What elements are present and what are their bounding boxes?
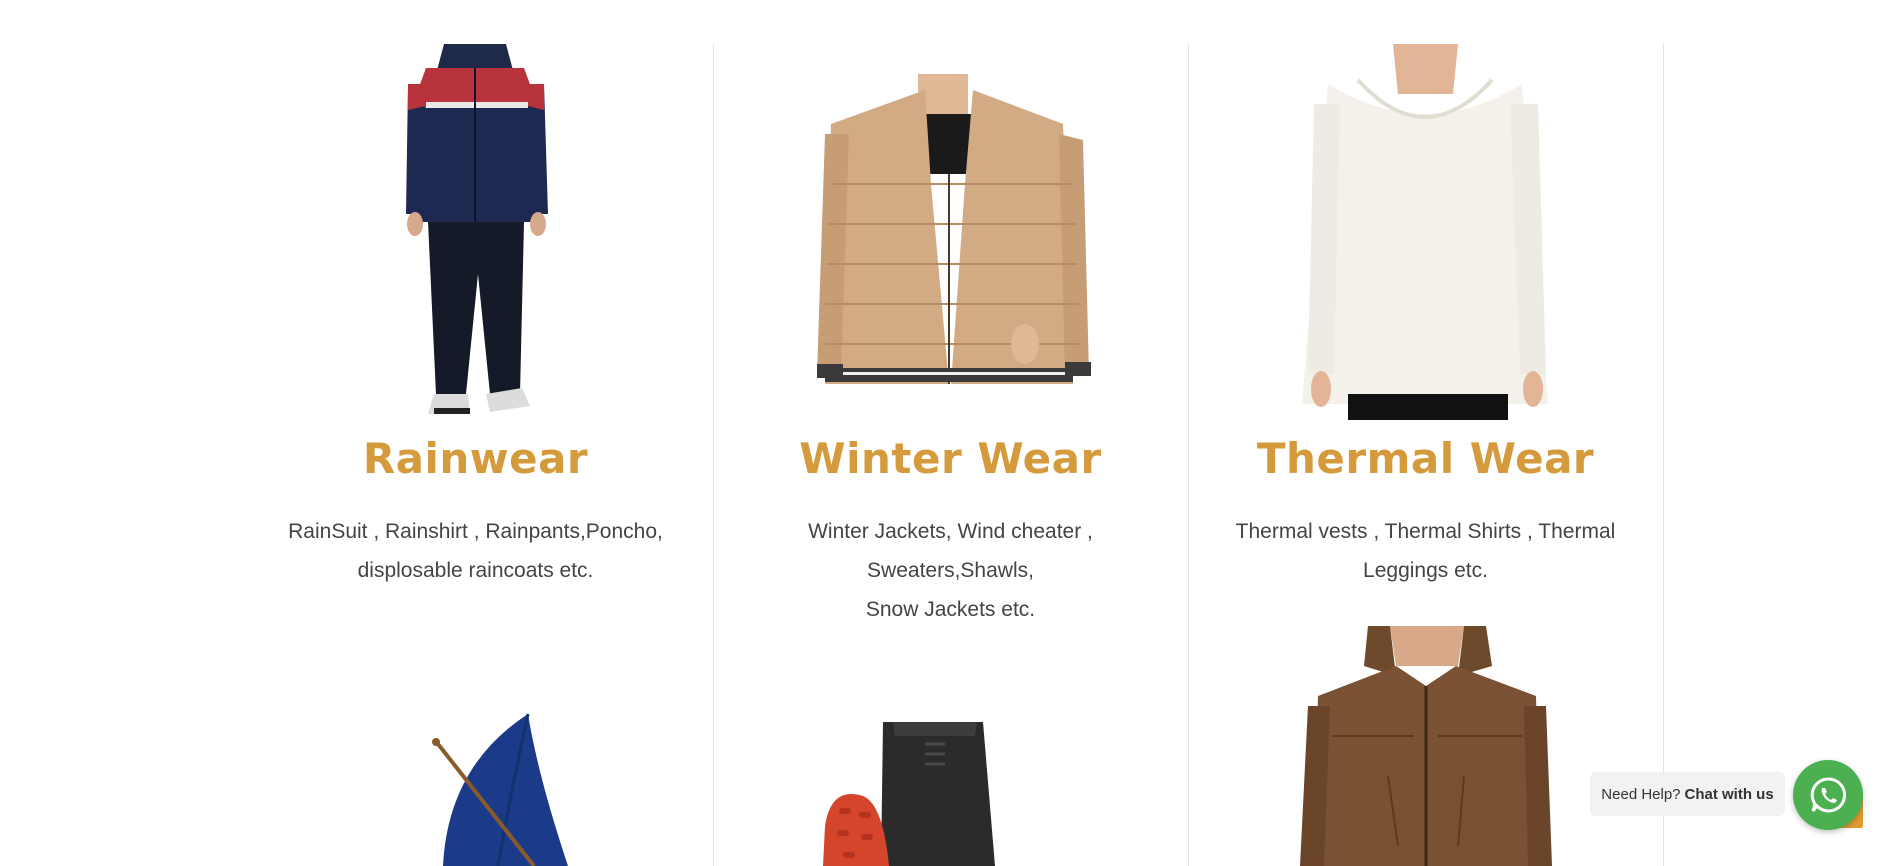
description-line: Leggings etc.	[1363, 559, 1488, 582]
hooded-jacket-image[interactable]	[1188, 626, 1663, 866]
chat-help-bubble[interactable]: Need Help? Chat with us	[1590, 772, 1785, 816]
chat-help-prefix: Need Help?	[1601, 785, 1681, 803]
product-card-rainwear[interactable]: Rainwear RainSuit , Rainshirt , Rainpant…	[238, 44, 713, 604]
description-line: RainSuit , Rainshirt , Rainpants,Poncho,	[288, 520, 663, 543]
product-card-umbrella[interactable]	[238, 626, 713, 866]
product-card-thermal-wear[interactable]: Thermal Wear Thermal vests , Thermal Shi…	[1188, 44, 1663, 604]
gumboots-image[interactable]	[713, 626, 1188, 866]
whatsapp-chat-button[interactable]	[1793, 760, 1863, 830]
product-grid: Rainwear RainSuit , Rainshirt , Rainpant…	[270, 44, 1665, 866]
umbrella-image[interactable]	[238, 626, 713, 866]
description-line: displosable raincoats etc.	[357, 559, 594, 582]
whatsapp-icon	[1808, 775, 1848, 815]
puffer-jacket-image[interactable]	[713, 44, 1188, 420]
product-card-winter-wear[interactable]: Winter Wear Winter Jackets, Wind cheater…	[713, 44, 1188, 621]
chat-help-cta: Chat with us	[1684, 785, 1774, 803]
description-line: Snow Jackets etc.	[865, 598, 1036, 621]
product-description: Winter Jackets, Wind cheater , Sweaters,…	[733, 512, 1168, 629]
rainsuit-image[interactable]	[238, 44, 713, 420]
product-description: Thermal vests , Thermal Shirts , Thermal…	[1208, 512, 1643, 590]
description-line: Thermal vests , Thermal Shirts , Thermal	[1235, 520, 1616, 543]
description-line: Winter Jackets, Wind cheater , Sweaters,…	[808, 520, 1093, 582]
product-title[interactable]: Thermal Wear	[1188, 434, 1663, 483]
product-title[interactable]: Rainwear	[238, 434, 713, 483]
product-description: RainSuit , Rainshirt , Rainpants,Poncho,…	[258, 512, 693, 590]
column-divider	[1663, 44, 1664, 866]
product-title[interactable]: Winter Wear	[713, 434, 1188, 483]
product-card-gumboots[interactable]	[713, 626, 1188, 866]
thermal-shirt-image[interactable]	[1188, 44, 1663, 420]
product-card-hooded-jacket[interactable]	[1188, 626, 1663, 866]
